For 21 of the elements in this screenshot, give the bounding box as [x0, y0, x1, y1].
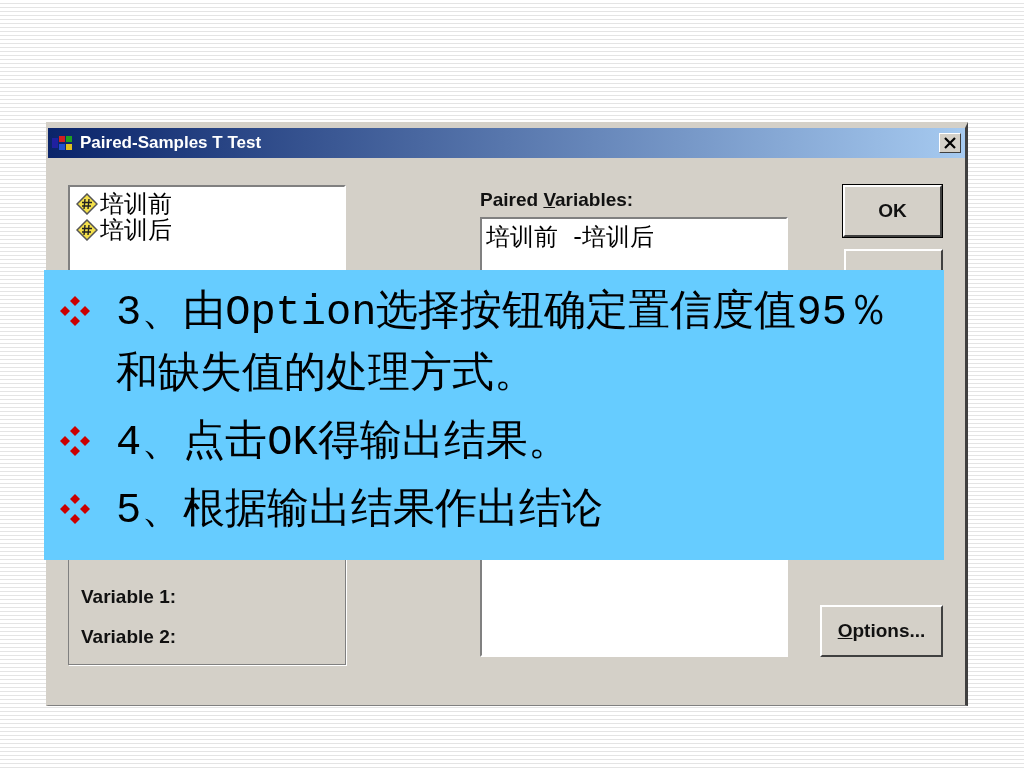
- dialog-button[interactable]: OK: [843, 185, 942, 237]
- dialog-button[interactable]: Options...: [820, 605, 943, 657]
- close-button[interactable]: [939, 133, 961, 153]
- window-title: Paired-Samples T Test: [80, 133, 263, 153]
- selection-label: Variable 1:: [81, 586, 178, 608]
- note-text: 5、根据输出结果作出结论: [116, 486, 605, 537]
- close-icon: [944, 137, 956, 149]
- variable-item[interactable]: 培训后: [100, 217, 172, 243]
- variable-item[interactable]: 培训前: [100, 191, 172, 217]
- bullet-icon: [60, 296, 90, 326]
- pair-item[interactable]: 培训前 -培训后: [486, 221, 782, 253]
- paired-variables-label: Paired Variables:: [480, 189, 635, 211]
- numeric-variable-icon: [76, 193, 98, 215]
- bullet-icon: [60, 494, 90, 524]
- paired-variables-list[interactable]: 培训前 -培训后: [480, 217, 788, 270]
- variable-list[interactable]: 培训前 培训后: [68, 185, 346, 270]
- selection-label: Variable 2:: [81, 626, 178, 648]
- numeric-variable-icon: [76, 219, 98, 241]
- note-text: 4、点击OK得输出结果。: [116, 418, 571, 469]
- bullet-icon: [60, 426, 90, 456]
- note-text: 3、由Option选择按钮确定置信度值95％和缺失值的处理方式。: [116, 287, 890, 401]
